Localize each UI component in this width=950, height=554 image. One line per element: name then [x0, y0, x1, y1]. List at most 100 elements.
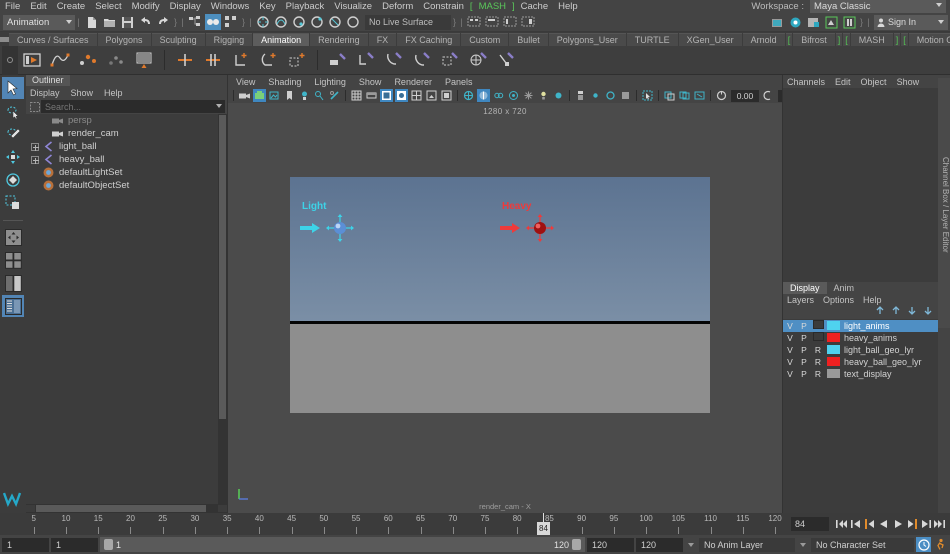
step-back-frame-button[interactable] [863, 517, 876, 531]
layer-row[interactable]: V P heavy_anims [783, 332, 938, 344]
select-by-object-type-button[interactable] [205, 14, 221, 30]
layout-two-pane-button[interactable] [2, 272, 24, 294]
shelf-orient-icon[interactable] [257, 48, 281, 72]
menu-create[interactable]: Create [52, 0, 91, 13]
shelf-parent-icon[interactable] [229, 48, 253, 72]
pause-viewport-button[interactable] [841, 14, 857, 30]
shelf-tab-animation[interactable]: Animation [253, 33, 310, 46]
smooth-shade-selected-icon[interactable] [380, 89, 393, 102]
viewport-menu-shading[interactable]: Shading [268, 77, 301, 87]
rotate-tool-button[interactable] [2, 169, 24, 191]
layer-display-type-toggle[interactable] [811, 320, 825, 331]
outliner-item-render-cam[interactable]: render_cam [26, 127, 227, 140]
gamma-icon[interactable] [762, 89, 775, 102]
shelf-tab-rigging[interactable]: Rigging [205, 33, 253, 46]
layer-tab-anim[interactable]: Anim [827, 282, 862, 294]
ssao-icon[interactable] [522, 89, 535, 102]
film-gate-icon[interactable] [678, 89, 691, 102]
layer-display-type-toggle[interactable]: R [811, 345, 825, 355]
outliner-tree[interactable]: persp render_cam light_ball heavy_ball d… [26, 114, 227, 504]
go-to-start-button[interactable] [835, 517, 848, 531]
shelf-ghost-icon[interactable] [104, 48, 128, 72]
expand-icon[interactable] [31, 155, 39, 164]
layer-display-type-toggle[interactable]: R [811, 369, 825, 379]
shelf-grip-icon[interactable] [0, 32, 9, 46]
show-hide-attribute-editor-button[interactable] [484, 14, 500, 30]
shelf-tab-arnold[interactable]: Arnold [742, 33, 785, 46]
show-hide-editors-button[interactable] [466, 14, 482, 30]
menu-file[interactable]: File [0, 0, 25, 13]
playback-end-time-field[interactable]: 120 [587, 537, 634, 552]
outliner-menu-show[interactable]: Show [71, 88, 94, 98]
shelf-tab-fx[interactable]: FX [368, 33, 397, 46]
bookmark-icon[interactable] [283, 89, 296, 102]
show-hide-tool-settings-button[interactable] [502, 14, 518, 30]
layer-color-swatch[interactable] [827, 321, 840, 330]
shaded-wireframe-icon[interactable] [395, 89, 408, 102]
shelf-set-motion-key-icon[interactable] [410, 48, 434, 72]
layer-visibility-toggle[interactable]: V [783, 333, 797, 343]
layer-playback-toggle[interactable]: P [797, 369, 811, 379]
layer-name[interactable]: light_ball_geo_lyr [844, 345, 914, 355]
outliner-search-box[interactable] [41, 100, 225, 113]
shelf-snap-deform-icon[interactable] [466, 48, 490, 72]
move-layer-down-icon[interactable] [907, 306, 918, 318]
grid-display-icon[interactable] [663, 89, 676, 102]
outliner-item-light-ball[interactable]: light_ball [26, 140, 227, 153]
new-scene-button[interactable] [83, 14, 99, 30]
chevron-down-icon[interactable] [797, 542, 809, 547]
exposure-reset-icon[interactable] [619, 89, 632, 102]
layer-visibility-toggle[interactable]: V [783, 345, 797, 355]
move-tool-button[interactable] [2, 146, 24, 168]
viewport-canvas[interactable]: 1280 x 720 Light Heavy render_cam - X [228, 103, 782, 513]
menu-modify[interactable]: Modify [127, 0, 165, 13]
shelf-scale-constraint-icon[interactable] [285, 48, 309, 72]
shelf-tab-xgen-user[interactable]: XGen_User [678, 33, 742, 46]
outliner-vertical-scrollbar[interactable] [218, 114, 227, 504]
move-layer-up-icon[interactable] [891, 306, 902, 318]
menu-edit[interactable]: Edit [25, 0, 51, 13]
layer-visibility-toggle[interactable]: V [783, 357, 797, 367]
shelf-playblast-icon[interactable] [20, 48, 44, 72]
range-start-handle[interactable] [104, 539, 113, 550]
shelf-tab-polygons[interactable]: Polygons [97, 33, 151, 46]
layout-four-view-button[interactable] [2, 249, 24, 271]
shelf-set-key-icon[interactable] [76, 48, 100, 72]
anim-layer-dropdown[interactable]: No Anim Layer [699, 537, 795, 552]
outliner-item-default-light-set[interactable]: defaultLightSet [26, 166, 227, 179]
ambient-occlusion-icon[interactable] [492, 89, 505, 102]
select-camera-icon[interactable] [238, 89, 251, 102]
image-plane-icon[interactable] [268, 89, 281, 102]
render-settings-button[interactable] [805, 14, 821, 30]
menu-windows[interactable]: Windows [206, 0, 255, 13]
step-back-keyframe-button[interactable] [849, 517, 862, 531]
filter-icon[interactable] [28, 100, 41, 113]
layer-visibility-toggle[interactable]: V [783, 321, 797, 331]
snap-to-view-plane-button[interactable] [327, 14, 343, 30]
make-live-button[interactable] [345, 14, 361, 30]
shelf-constraint-icon[interactable] [201, 48, 225, 72]
shelf-graph-editor-icon[interactable] [48, 48, 72, 72]
layer-row[interactable]: V P R heavy_ball_geo_lyr [783, 356, 938, 368]
layer-color-swatch[interactable] [827, 369, 840, 378]
viewport-light-icon[interactable] [537, 89, 550, 102]
scroll-thumb[interactable] [36, 505, 206, 512]
layer-row[interactable]: V P R text_display [783, 368, 938, 380]
layer-row[interactable]: V P light_anims [783, 319, 938, 332]
smooth-shade-all-icon[interactable] [365, 89, 378, 102]
layer-color-swatch[interactable] [827, 357, 840, 366]
shelf-tab-curves-surfaces[interactable]: Curves / Surfaces [9, 33, 97, 46]
textured-icon[interactable] [410, 89, 423, 102]
layer-name[interactable]: heavy_ball_geo_lyr [844, 357, 922, 367]
use-all-lights-icon[interactable] [425, 89, 438, 102]
layer-menu-help[interactable]: Help [863, 295, 882, 305]
layer-color-swatch[interactable] [827, 345, 840, 354]
chevron-down-icon[interactable] [685, 542, 697, 547]
shelf-bake-icon[interactable] [132, 48, 156, 72]
animation-preferences-icon[interactable] [933, 537, 948, 552]
layer-visibility-toggle[interactable]: V [783, 369, 797, 379]
playback-start-time-field[interactable]: 1 [51, 537, 98, 552]
viewport-menu-lighting[interactable]: Lighting [314, 77, 346, 87]
range-end-handle[interactable] [572, 539, 581, 550]
redo-button[interactable] [155, 14, 171, 30]
